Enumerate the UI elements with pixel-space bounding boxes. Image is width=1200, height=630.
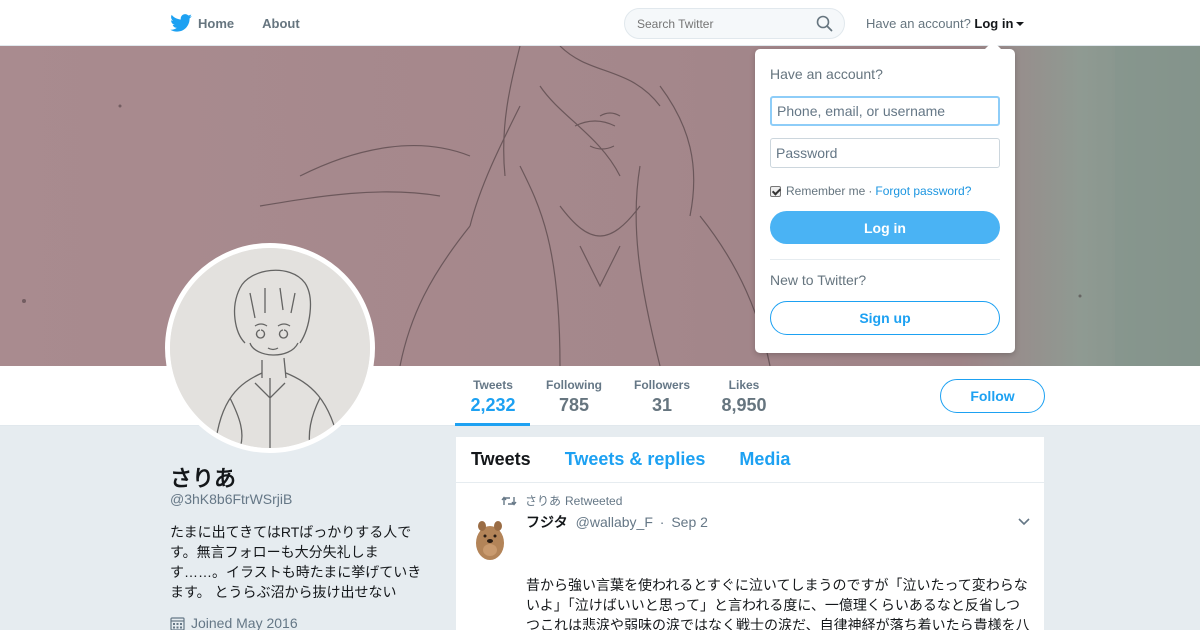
remember-separator: · <box>868 184 873 198</box>
tweet-author-handle[interactable]: @wallaby_F <box>576 514 653 530</box>
login-dropdown-toggle[interactable]: Log in <box>974 16 1025 31</box>
timeline-tabs: Tweets Tweets & replies Media <box>456 437 1044 483</box>
login-button[interactable]: Log in <box>770 211 1000 244</box>
stat-followers[interactable]: Followers 31 <box>633 378 691 416</box>
remember-me-checkbox[interactable] <box>770 185 781 197</box>
signup-button[interactable]: Sign up <box>770 301 1000 335</box>
remember-row: Remember me · Forgot password? <box>770 184 1000 198</box>
password-field[interactable] <box>770 138 1000 168</box>
twitter-bird-icon <box>170 14 192 32</box>
top-navigation: Home About Have an account? Log in <box>0 0 1200 46</box>
timeline: Tweets Tweets & replies Media さりあ Retwee… <box>456 437 1044 630</box>
account-prompt: Have an account? Log in <box>866 16 1025 31</box>
retweet-icon <box>501 495 517 506</box>
stat-value: 2,232 <box>470 395 516 415</box>
tweet-author-name[interactable]: フジタ <box>526 514 568 530</box>
tweet-date[interactable]: Sep 2 <box>671 514 708 530</box>
profile-bio: たまに出てきてはRTばっかりする人です。無言フォローも大分失礼します……。イラス… <box>170 524 422 600</box>
nav-left: Home About <box>170 0 300 46</box>
stat-label: Likes <box>728 378 760 392</box>
retweet-context: さりあ Retweeted <box>501 492 622 509</box>
stat-value: 8,950 <box>721 395 767 415</box>
stat-label: Following <box>546 378 602 392</box>
dropdown-divider <box>770 259 1000 260</box>
login-dropdown: Have an account? Remember me · Forgot pa… <box>755 41 1015 353</box>
joined-label: Joined May 2016 <box>191 615 298 630</box>
tweet-author-avatar[interactable] <box>471 516 509 562</box>
joined-date: Joined May 2016 <box>170 615 298 630</box>
tab-tweets-and-replies[interactable]: Tweets & replies <box>565 449 706 470</box>
retweeted-label: Retweeted <box>565 493 623 508</box>
about-link[interactable]: About <box>262 16 300 31</box>
remember-me-label[interactable]: Remember me <box>786 184 865 198</box>
search-icon[interactable] <box>816 15 833 32</box>
search-input[interactable] <box>624 8 845 39</box>
profile-name: さりあ <box>170 466 237 491</box>
stat-tweets[interactable]: Tweets 2,232 <box>470 378 516 416</box>
stat-label: Tweets <box>473 378 513 392</box>
stat-label: Followers <box>633 378 690 392</box>
forgot-password-link[interactable]: Forgot password? <box>875 184 971 198</box>
tab-media[interactable]: Media <box>739 449 790 470</box>
chevron-down-icon[interactable] <box>1017 517 1031 527</box>
stat-value: 31 <box>651 395 673 415</box>
tweet-text: 昔から強い言葉を使われるとすぐに泣いてしまうのですが「泣いたって変わらないよ」「… <box>526 577 1030 630</box>
dropdown-title: Have an account? <box>770 66 883 82</box>
avatar-sketch-image <box>170 248 370 448</box>
follow-button[interactable]: Follow <box>940 379 1045 413</box>
username-field[interactable] <box>770 96 1000 126</box>
caret-down-icon <box>1016 22 1025 26</box>
have-account-text: Have an account? <box>866 16 971 31</box>
stat-following[interactable]: Following 785 <box>545 378 603 416</box>
home-link[interactable]: Home <box>170 14 234 32</box>
tab-tweets[interactable]: Tweets <box>471 449 531 470</box>
tweet[interactable]: さりあ Retweeted フジタ @wallaby_F · Sep 2 昔から… <box>456 483 1044 630</box>
stat-likes[interactable]: Likes 8,950 <box>721 378 767 416</box>
active-stat-underline <box>455 423 530 426</box>
new-to-twitter-text: New to Twitter? <box>770 272 867 288</box>
avatar[interactable] <box>165 243 375 453</box>
login-toggle-label: Log in <box>974 16 1014 31</box>
stat-value: 785 <box>558 395 590 415</box>
profile-handle[interactable]: @3hK8b6FtrWSrjiB <box>170 491 292 507</box>
tweet-separator-dot: · <box>659 514 665 530</box>
calendar-icon <box>170 616 185 630</box>
retweeter-name[interactable]: さりあ <box>525 492 561 509</box>
home-label: Home <box>198 15 235 31</box>
tweet-header: フジタ @wallaby_F · Sep 2 <box>526 512 708 532</box>
